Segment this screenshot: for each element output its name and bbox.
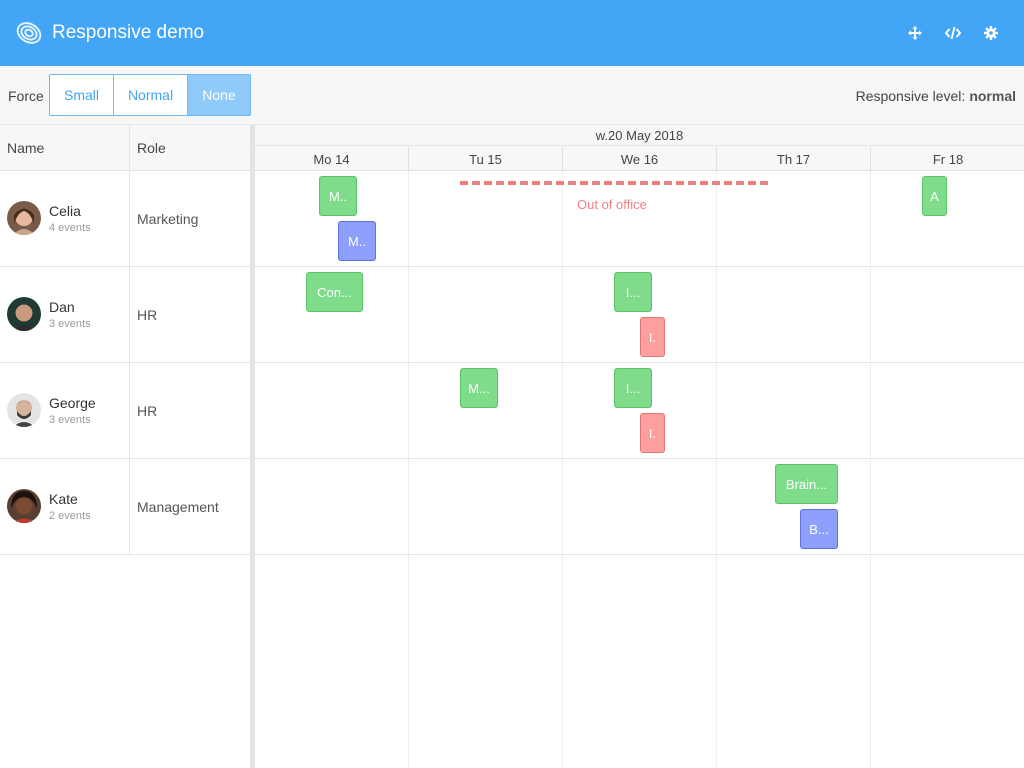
toolbar: Force Small Normal None Responsive level… bbox=[0, 66, 1024, 125]
day-header-we: We 16 bbox=[563, 147, 717, 171]
event-bar[interactable]: A bbox=[922, 176, 947, 216]
event-bar[interactable]: I. bbox=[640, 413, 665, 453]
resource-role: HR bbox=[137, 403, 158, 419]
responsive-level: Responsive level: normal bbox=[856, 88, 1016, 104]
week-header: w.20 May 2018 bbox=[255, 125, 1024, 146]
force-normal-button[interactable]: Normal bbox=[113, 74, 188, 116]
app-header: Responsive demo bbox=[0, 0, 1024, 66]
column-divider bbox=[129, 125, 130, 555]
resource-events: 3 events bbox=[49, 414, 91, 426]
event-bar[interactable]: B... bbox=[800, 509, 838, 549]
grid-header: Name Role bbox=[0, 125, 250, 171]
event-bar[interactable]: M.. bbox=[319, 176, 357, 216]
day-header-th: Th 17 bbox=[717, 147, 871, 171]
event-bar[interactable]: I. bbox=[640, 317, 665, 357]
event-bar[interactable]: I... bbox=[614, 368, 652, 408]
resource-role: Marketing bbox=[137, 211, 199, 227]
out-of-office-range bbox=[460, 181, 768, 185]
avatar bbox=[7, 297, 41, 331]
responsive-level-label: Responsive level: bbox=[855, 88, 966, 104]
resource-events: 2 events bbox=[49, 510, 91, 522]
timeline-header: w.20 May 2018 Mo 14 Tu 15 We 16 Th 17 Fr… bbox=[255, 125, 1024, 171]
out-of-office-label: Out of office bbox=[577, 197, 647, 212]
fullscreen-icon bbox=[908, 26, 922, 40]
day-header-fr: Fr 18 bbox=[932, 151, 964, 167]
logo-icon bbox=[16, 22, 42, 44]
code-icon bbox=[945, 26, 961, 40]
event-bar[interactable]: M... bbox=[460, 368, 498, 408]
force-label: Force bbox=[8, 88, 44, 104]
avatar bbox=[7, 201, 41, 235]
column-header-name[interactable]: Name bbox=[0, 125, 129, 171]
code-button[interactable] bbox=[942, 22, 964, 44]
fullscreen-button[interactable] bbox=[904, 22, 926, 44]
resource-name: Celia bbox=[49, 203, 81, 219]
settings-button[interactable] bbox=[980, 22, 1002, 44]
resource-row-kate[interactable]: Kate 2 events Management bbox=[0, 459, 1024, 555]
resource-row-celia[interactable]: Celia 4 events Marketing bbox=[0, 171, 1024, 267]
resource-name: Dan bbox=[49, 299, 75, 315]
event-bar[interactable]: Con... bbox=[306, 272, 363, 312]
event-bar[interactable]: Brain... bbox=[775, 464, 838, 504]
resource-events: 4 events bbox=[49, 222, 91, 234]
resource-role: HR bbox=[137, 307, 158, 323]
column-header-role[interactable]: Role bbox=[130, 125, 250, 171]
app-title: Responsive demo bbox=[52, 22, 205, 43]
day-header-mo: Mo 14 bbox=[255, 147, 409, 171]
event-bar[interactable]: I... bbox=[614, 272, 652, 312]
resource-name: George bbox=[49, 395, 96, 411]
responsive-level-value: normal bbox=[969, 88, 1016, 104]
force-small-button[interactable]: Small bbox=[49, 74, 114, 116]
resource-row-george[interactable]: George 3 events HR bbox=[0, 363, 1024, 459]
force-none-button[interactable]: None bbox=[187, 74, 251, 116]
settings-icon bbox=[984, 26, 998, 40]
resource-events: 3 events bbox=[49, 318, 91, 330]
resource-name: Kate bbox=[49, 491, 78, 507]
avatar bbox=[7, 393, 41, 427]
resource-row-dan[interactable]: Dan 3 events HR bbox=[0, 267, 1024, 363]
grid-splitter[interactable] bbox=[250, 125, 255, 768]
event-bar[interactable]: M.. bbox=[338, 221, 376, 261]
day-header-tu: Tu 15 bbox=[409, 147, 563, 171]
avatar bbox=[7, 489, 41, 523]
resource-role: Management bbox=[137, 499, 219, 515]
